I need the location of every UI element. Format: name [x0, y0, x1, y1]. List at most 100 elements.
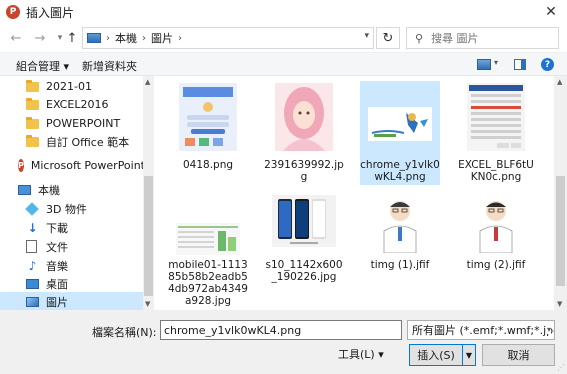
- file-item[interactable]: s10_1142x600_190226.jpg: [264, 193, 344, 297]
- organize-button[interactable]: 組合管理 ▾: [10, 58, 75, 74]
- document-icon: [26, 240, 37, 253]
- file-item[interactable]: EXCEL_BLF6tUKN0c.png: [456, 81, 536, 185]
- title-bar: P 插入圖片 ✕: [0, 0, 567, 24]
- powerpoint-icon: P: [18, 159, 24, 172]
- preview-pane-icon[interactable]: [514, 59, 526, 70]
- file-type-select[interactable]: 所有圖片 (*.emf;*.wmf;*.jpg;*.jp ▾: [407, 320, 555, 340]
- sidebar-item-this-pc[interactable]: 本機: [0, 180, 143, 199]
- breadcrumb-pictures[interactable]: 圖片: [151, 30, 173, 46]
- sidebar-item-3d-objects[interactable]: 3D 物件: [0, 199, 143, 218]
- sidebar-item-label: EXCEL2016: [46, 98, 109, 111]
- insert-options-chevron-icon[interactable]: ▼: [462, 344, 476, 366]
- sidebar-item-documents[interactable]: 文件: [0, 237, 143, 256]
- file-thumbnail: [378, 195, 422, 253]
- desktop-icon: [26, 278, 39, 289]
- sidebar-item-2021-01[interactable]: 2021-01: [0, 77, 143, 96]
- breadcrumb-separator: ›: [106, 32, 110, 44]
- scrollbar-thumb[interactable]: [556, 176, 565, 286]
- sidebar-item-label: 2021-01: [46, 80, 92, 93]
- search-input[interactable]: [431, 31, 542, 45]
- cube-icon: [25, 201, 39, 216]
- file-thumbnail: [275, 83, 333, 151]
- file-name: timg (2).jfif: [466, 259, 526, 271]
- dialog-footer: 檔案名稱(N): 所有圖片 (*.emf;*.wmf;*.jpg;*.jp ▾ …: [0, 310, 567, 374]
- insert-button[interactable]: 插入(S): [409, 344, 463, 366]
- sidebar-item-excel2016[interactable]: EXCEL2016: [0, 95, 143, 114]
- file-item[interactable]: 0418.png: [168, 81, 248, 185]
- sidebar-item-label: 音樂: [46, 259, 68, 273]
- scroll-up-arrow-icon[interactable]: ▲: [557, 78, 562, 86]
- scroll-down-arrow-icon[interactable]: ▼: [557, 300, 562, 308]
- forward-arrow-icon[interactable]: →: [30, 28, 50, 48]
- file-item[interactable]: timg (2).jfif: [456, 193, 536, 297]
- file-thumbnail: [272, 195, 336, 247]
- window-title: 插入圖片: [26, 5, 75, 20]
- pictures-icon: [26, 296, 39, 307]
- sidebar-item-pictures[interactable]: 圖片: [0, 292, 143, 310]
- sidebar-item-label: 3D 物件: [46, 202, 87, 216]
- command-toolbar: 組合管理 ▾ 新增資料夾 ▾ ?: [0, 52, 567, 76]
- breadcrumb-separator: ›: [178, 32, 182, 44]
- folder-icon: [26, 79, 39, 92]
- file-thumbnail: [474, 195, 518, 253]
- sidebar-item-microsoft-powerpoint[interactable]: P Microsoft PowerPoint: [0, 156, 145, 175]
- filename-label: 檔案名稱(N):: [92, 326, 157, 339]
- address-dropdown-chevron-icon[interactable]: ▾: [364, 31, 369, 41]
- sidebar-item-downloads[interactable]: ↓ 下載: [0, 218, 143, 237]
- file-item[interactable]: mobile01-111385b58b2eadb54db972ab4349a92…: [168, 193, 248, 307]
- file-name: s10_1142x600_190226.jpg: [265, 259, 343, 283]
- scroll-up-arrow-icon[interactable]: ▲: [145, 78, 150, 86]
- search-box[interactable]: ⚲: [406, 27, 559, 49]
- file-thumbnail: [467, 83, 525, 151]
- new-folder-button[interactable]: 新增資料夾: [76, 58, 143, 74]
- address-row: ← → ▾ ↑ › 本機 › 圖片 › ▾ ↻ ⚲: [0, 24, 567, 52]
- file-name: EXCEL_BLF6tUKN0c.png: [458, 159, 534, 183]
- file-item[interactable]: timg (1).jfif: [360, 193, 440, 297]
- file-name: chrome_y1vlk0wKL4.png: [360, 159, 440, 183]
- pictures-location-icon: [87, 33, 101, 43]
- sidebar-item-desktop[interactable]: 桌面: [0, 274, 143, 293]
- navigation-scrollbar[interactable]: ▲ ▼: [143, 76, 154, 310]
- resize-grip-icon[interactable]: ⋰: [557, 363, 565, 372]
- folder-icon: [26, 134, 39, 147]
- breadcrumb-this-pc[interactable]: 本機: [115, 30, 137, 46]
- powerpoint-icon: P: [6, 5, 20, 19]
- view-options-chevron-icon[interactable]: ▾: [494, 58, 498, 67]
- change-view-icon[interactable]: [477, 59, 491, 70]
- up-arrow-icon[interactable]: ↑: [62, 28, 82, 48]
- navigation-pane: 2021-01 EXCEL2016 POWERPOINT 自訂 Office 範…: [0, 76, 154, 310]
- file-thumbnail: [179, 83, 237, 151]
- file-thumbnail: [368, 107, 432, 141]
- sidebar-item-label: POWERPOINT: [46, 117, 121, 130]
- folder-icon: [26, 116, 39, 129]
- sidebar-item-label: 本機: [38, 183, 60, 197]
- computer-icon: [18, 184, 31, 195]
- sidebar-item-powerpoint[interactable]: POWERPOINT: [0, 114, 143, 133]
- scrollbar-thumb[interactable]: [144, 176, 153, 296]
- sidebar-item-custom-office-templates[interactable]: 自訂 Office 範本: [0, 132, 143, 151]
- back-arrow-icon[interactable]: ←: [6, 28, 26, 48]
- file-item[interactable]: 2391639992.jpg: [264, 81, 344, 185]
- refresh-button[interactable]: ↻: [376, 27, 400, 49]
- close-button[interactable]: ✕: [541, 2, 561, 22]
- chevron-down-icon: ▾: [546, 325, 551, 334]
- tools-menu-button[interactable]: 工具(L) ▾: [338, 346, 384, 362]
- sidebar-item-label: 下載: [46, 221, 68, 235]
- cancel-button[interactable]: 取消: [482, 344, 555, 366]
- file-type-value: 所有圖片 (*.emf;*.wmf;*.jpg;*.jp: [412, 324, 554, 337]
- search-icon: ⚲: [415, 31, 424, 45]
- file-name: mobile01-111385b58b2eadb54db972ab4349a92…: [168, 259, 248, 307]
- sidebar-item-music[interactable]: ♪ 音樂: [0, 256, 143, 275]
- file-name: 0418.png: [182, 159, 234, 171]
- file-list-view: 0418.png 2391639992.jpg chrome_y1vlk0wKL…: [154, 76, 554, 310]
- folder-icon: [26, 97, 39, 110]
- scroll-down-arrow-icon[interactable]: ▼: [145, 300, 150, 308]
- file-thumbnail: [176, 223, 240, 255]
- address-bar[interactable]: › 本機 › 圖片 › ▾: [82, 27, 374, 49]
- file-item-selected[interactable]: chrome_y1vlk0wKL4.png: [360, 81, 440, 185]
- filename-input[interactable]: [160, 320, 402, 340]
- help-icon[interactable]: ?: [541, 58, 554, 71]
- file-list-scrollbar[interactable]: ▲ ▼: [554, 76, 567, 310]
- file-name: 2391639992.jpg: [264, 159, 344, 183]
- sidebar-item-label: 圖片: [46, 295, 68, 309]
